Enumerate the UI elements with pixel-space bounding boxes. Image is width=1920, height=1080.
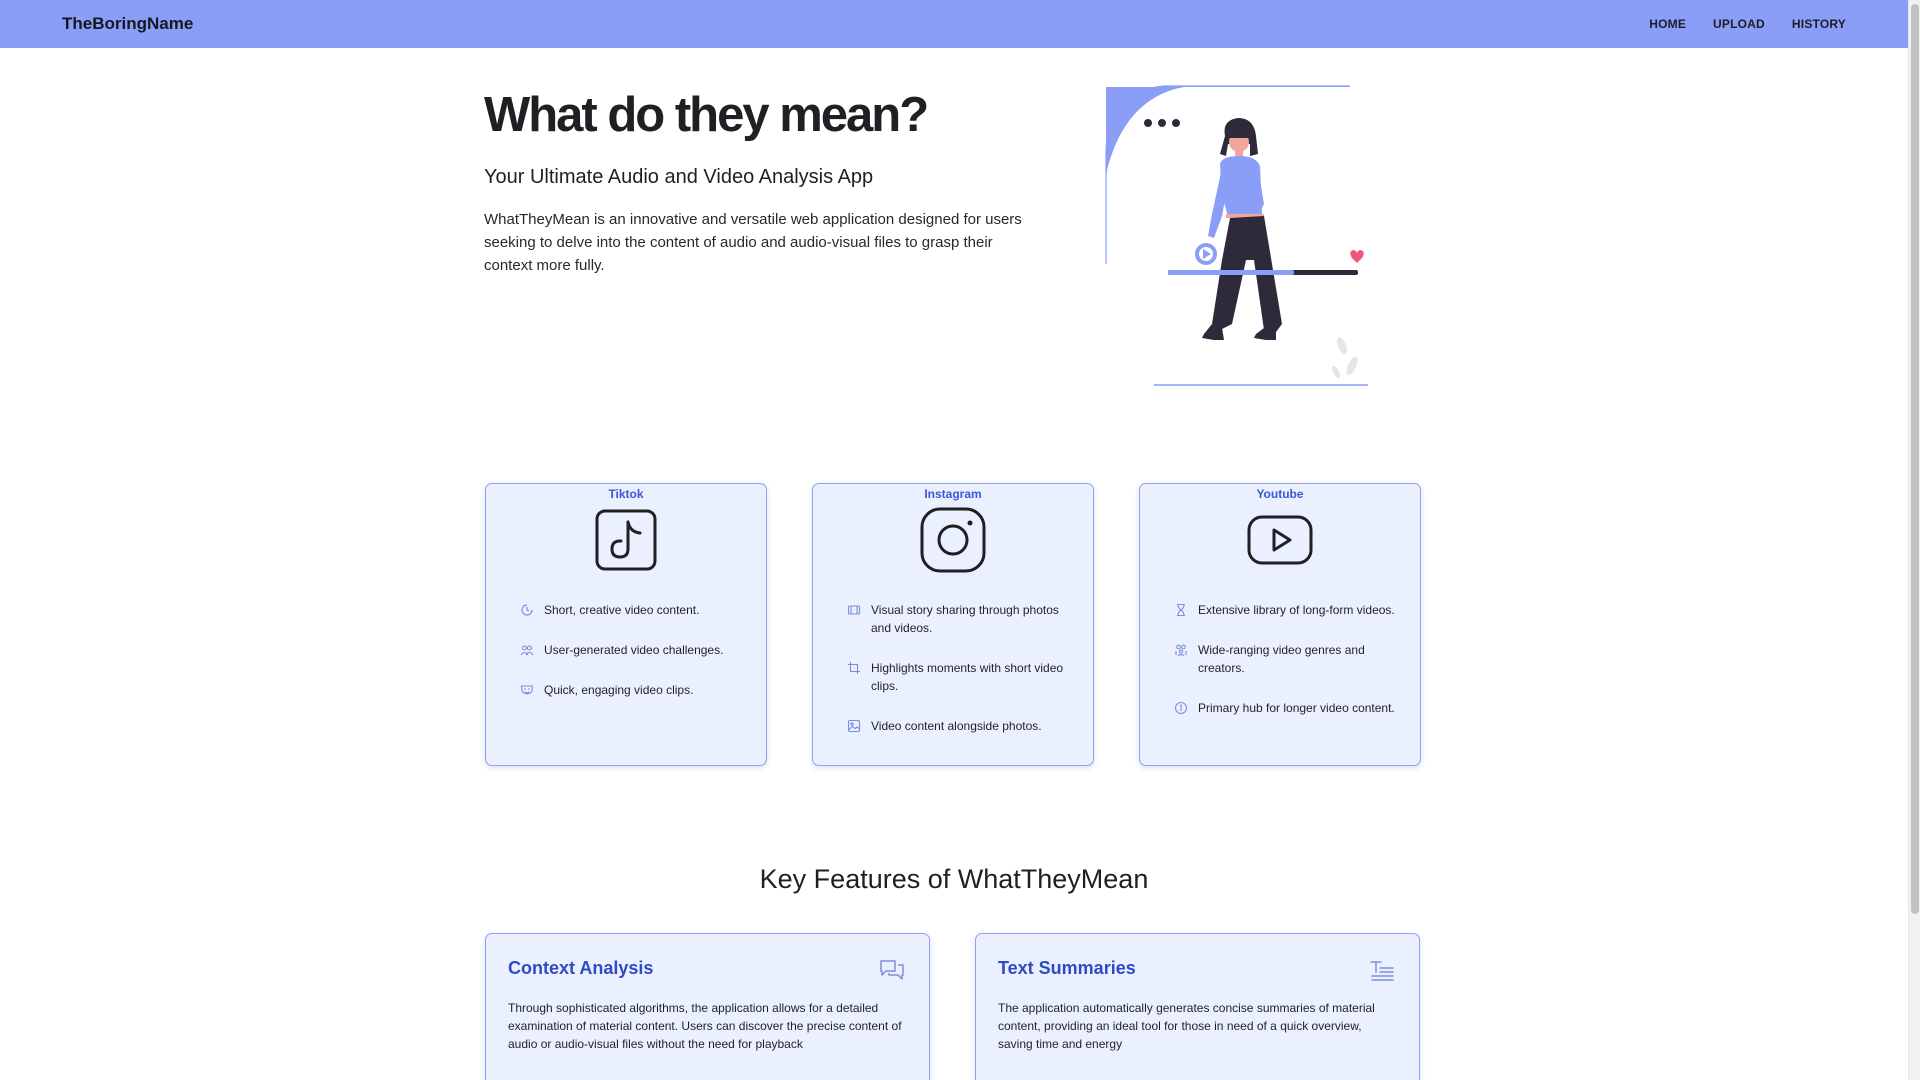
list-item: Wide-ranging video genres and creators. (1174, 641, 1400, 677)
hero-description: WhatTheyMean is an innovative and versat… (484, 211, 1022, 274)
list-item-text: Visual story sharing through photos and … (871, 603, 1059, 635)
list-item-text: User-generated video challenges. (544, 643, 724, 657)
feature-card-text: The application automatically generates … (998, 1001, 1375, 1051)
photo-icon (847, 719, 861, 733)
hero-illustration (1105, 85, 1368, 386)
list-item-text: Extensive library of long-form videos. (1198, 603, 1395, 617)
nav-links: HOME UPLOAD HISTORY (1649, 17, 1846, 31)
platform-card-youtube[interactable]: Youtube Extensive library of long-form v… (1139, 483, 1421, 766)
nav-upload-link[interactable]: UPLOAD (1713, 17, 1765, 31)
feature-card-text: Through sophisticated algorithms, the ap… (508, 1001, 902, 1051)
list-item-text: Wide-ranging video genres and creators. (1198, 643, 1365, 675)
list-item: Visual story sharing through photos and … (847, 601, 1073, 637)
platform-feature-list: Visual story sharing through photos and … (847, 601, 1073, 757)
platform-card-tiktok[interactable]: Tiktok Short, creative video content. Us… (485, 483, 767, 766)
chat-bubbles-icon (880, 960, 904, 980)
list-item: Extensive library of long-form videos. (1174, 601, 1400, 619)
feature-cards: Context Analysis Through sophisticated a… (485, 933, 1420, 1080)
feature-card-text-summaries[interactable]: Text Summaries The application automatic… (975, 933, 1420, 1080)
instagram-logo-icon (813, 506, 1093, 574)
mask-icon (520, 685, 534, 695)
nav-history-link[interactable]: HISTORY (1792, 17, 1846, 31)
features-heading: Key Features of WhatTheyMean (759, 864, 1149, 894)
hero-subtitle: Your Ultimate Audio and Video Analysis A… (484, 166, 874, 188)
list-item: Short, creative video content. (520, 601, 746, 619)
clock-icon (521, 604, 533, 616)
list-item: User-generated video challenges. (520, 641, 746, 659)
list-item: Video content alongside photos. (847, 717, 1073, 735)
list-item-text: Quick, engaging video clips. (544, 683, 694, 697)
navbar: TheBoringName HOME UPLOAD HISTORY (0, 0, 1908, 48)
platform-cards: Tiktok Short, creative video content. Us… (485, 483, 1421, 766)
users-icon (520, 645, 534, 656)
film-icon (847, 605, 861, 615)
scrollbar-thumb[interactable] (1911, 4, 1919, 914)
platform-title: Tiktok (608, 487, 644, 501)
platform-title: Youtube (1256, 487, 1304, 501)
list-item-text: Highlights moments with short video clip… (871, 661, 1064, 693)
list-item-text: Short, creative video content. (544, 603, 700, 617)
list-item-text: Primary hub for longer video content. (1198, 701, 1395, 715)
page-scrollbar[interactable] (1908, 0, 1920, 1080)
hourglass-icon (1177, 603, 1185, 617)
brand-logo[interactable]: TheBoringName (62, 14, 193, 34)
list-item: Primary hub for longer video content. (1174, 699, 1400, 717)
feature-card-title: Text Summaries (998, 958, 1136, 978)
list-item: Highlights moments with short video clip… (847, 659, 1073, 695)
list-item: Quick, engaging video clips. (520, 681, 746, 699)
list-item-text: Video content alongside photos. (871, 719, 1042, 733)
hero-title: What do they mean? (484, 88, 929, 142)
crop-icon (848, 662, 860, 674)
platform-feature-list: Extensive library of long-form videos. W… (1174, 601, 1400, 739)
text-lines-icon (1370, 961, 1394, 981)
platform-title: Instagram (924, 487, 982, 501)
info-icon (1174, 701, 1188, 715)
nav-home-link[interactable]: HOME (1649, 17, 1686, 31)
user-group-icon (1175, 644, 1187, 657)
platform-feature-list: Short, creative video content. User-gene… (520, 601, 746, 721)
feature-card-context-analysis[interactable]: Context Analysis Through sophisticated a… (485, 933, 930, 1080)
platform-card-instagram[interactable]: Instagram Visual story sharing through p… (812, 483, 1094, 766)
youtube-logo-icon (1140, 506, 1420, 574)
hero-section: What do they mean? Your Ultimate Audio a… (484, 84, 1044, 277)
feature-card-title: Context Analysis (508, 958, 654, 978)
tiktok-logo-icon (486, 506, 766, 574)
